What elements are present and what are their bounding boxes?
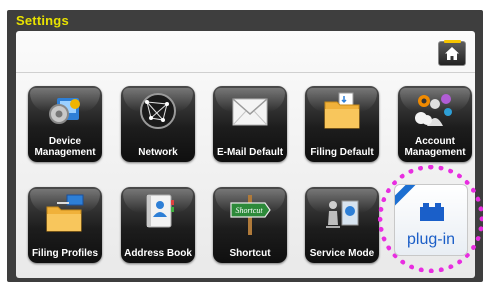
device-management-icon [49,98,80,124]
device-management-button[interactable]: Device Management [28,86,102,162]
network-label: Network [138,147,178,158]
service-mode-button[interactable]: Service Mode [305,187,379,263]
filing-default-label: Filing Default [310,147,374,158]
address-book-button[interactable]: Address Book [121,187,195,263]
signpost-icon: Shortcut [230,195,271,235]
shortcut-button[interactable]: Shortcut Shortcut [213,187,287,263]
filing-profiles-button[interactable]: Filing Profiles [28,187,102,263]
header-divider [16,72,475,73]
email-default-button[interactable]: E-Mail Default [213,86,287,162]
plugin-label: plug-in [406,231,456,248]
plugin-button[interactable]: plug-in [394,184,468,256]
filing-default-button[interactable]: Filing Default [305,86,379,162]
device-management-label: Device Management [34,136,96,158]
account-management-label: Account Management [404,136,466,158]
email-default-label: E-Mail Default [216,147,284,158]
account-management-button[interactable]: Account Management [398,86,472,162]
signpost-text: Shortcut [235,206,263,215]
filing-profiles-icon [46,194,84,232]
network-globe-icon [140,93,176,129]
service-mode-icon [326,200,359,228]
address-book-label: Address Book [124,248,192,259]
network-button[interactable]: Network [121,86,195,162]
home-button[interactable] [438,40,466,66]
address-book-icon [146,194,174,228]
plugin-block-icon [420,203,444,221]
account-gears-icon [415,94,452,126]
filing-profiles-label: Filing Profiles [31,248,99,259]
page-title: Settings [16,13,69,28]
envelope-icon [232,98,268,126]
folder-icon [324,92,360,129]
shortcut-label: Shortcut [229,248,271,259]
plugin-corner-ribbon [395,185,418,212]
service-mode-label: Service Mode [309,248,375,259]
home-icon [445,47,459,60]
